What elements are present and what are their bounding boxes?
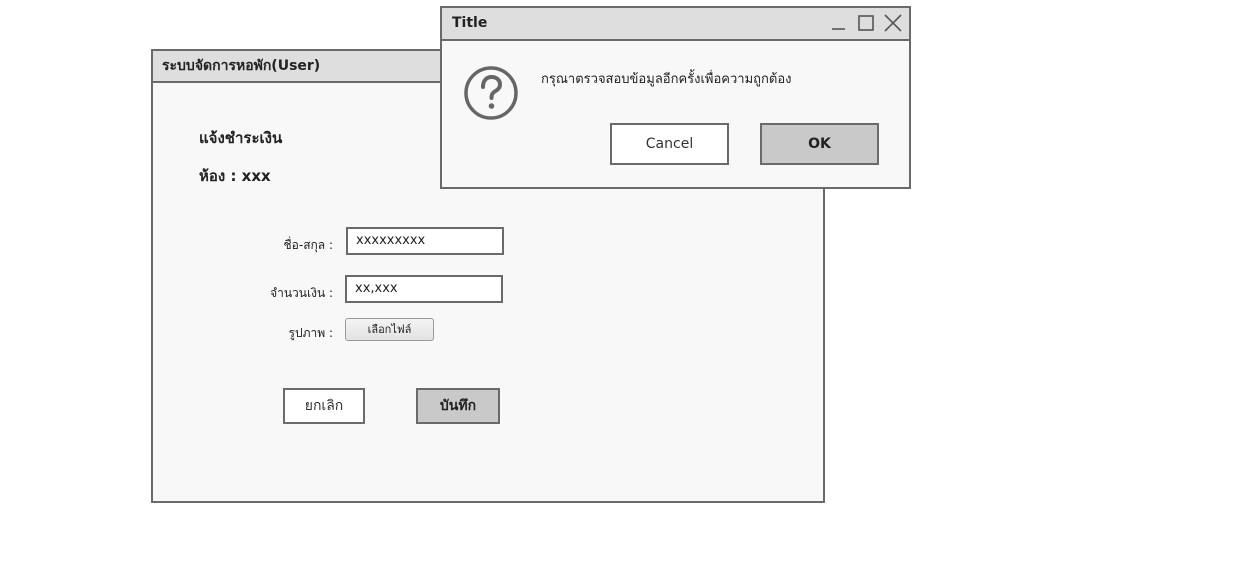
- page-heading: แจ้งชำระเงิน: [199, 129, 283, 147]
- dialog-cancel-button[interactable]: Cancel: [610, 123, 729, 165]
- amount-label: จำนวนเงิน :: [270, 286, 333, 300]
- question-icon: [464, 66, 518, 120]
- dialog-ok-button[interactable]: OK: [760, 123, 879, 165]
- image-label: รูปภาพ :: [288, 326, 333, 340]
- room-label: ห้อง : xxx: [199, 167, 271, 185]
- close-icon[interactable]: [883, 13, 903, 33]
- cancel-button[interactable]: ยกเลิก: [283, 388, 365, 424]
- choose-file-button[interactable]: เลือกไฟล์: [345, 318, 434, 341]
- dialog-message: กรุณาตรวจสอบข้อมูลอีกครั้งเพื่อความถูกต้…: [541, 72, 792, 87]
- name-label: ชื่อ-สกุล :: [283, 238, 333, 252]
- confirm-dialog: Title กรุณาตรวจสอบข้อมูลอีกครั้งเพื่อควา…: [440, 6, 911, 189]
- minimize-icon[interactable]: [829, 13, 849, 33]
- amount-field[interactable]: xx,xxx: [345, 275, 503, 303]
- dialog-title: Title: [452, 15, 488, 31]
- maximize-icon[interactable]: [856, 13, 876, 33]
- save-button[interactable]: บันทึก: [416, 388, 500, 424]
- name-field[interactable]: xxxxxxxxx: [346, 227, 504, 255]
- dialog-titlebar: Title: [442, 8, 909, 41]
